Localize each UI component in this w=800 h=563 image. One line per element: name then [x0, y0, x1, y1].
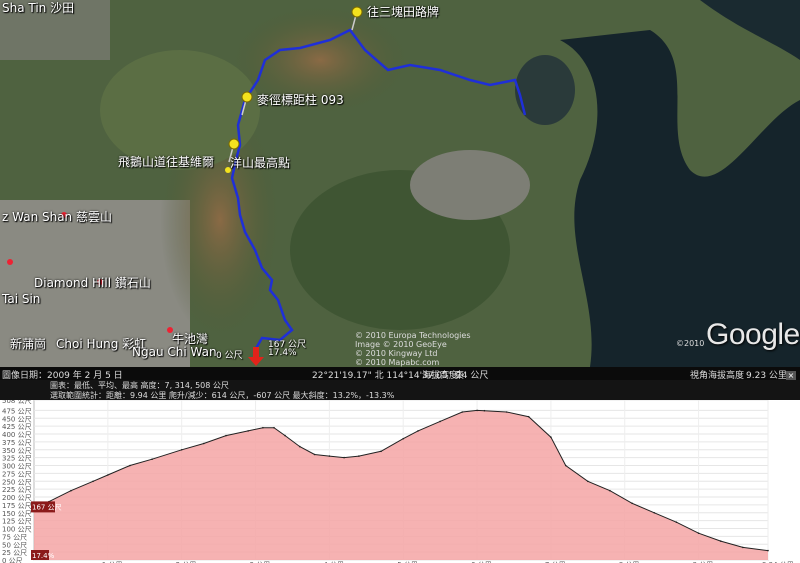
- google-logo: Google: [706, 318, 800, 351]
- grade-marker-label: 17.4%: [32, 552, 55, 560]
- data-point: [417, 430, 419, 432]
- map-label: z Wan Shan 慈雲山: [2, 210, 112, 224]
- data-point: [328, 455, 331, 457]
- data-point: [461, 411, 464, 413]
- data-point: [564, 464, 567, 467]
- elevation-profile[interactable]: 圖表：最低、平均、最高 高度：7, 314, 508 公尺 選取範圍統計：距離：…: [0, 380, 800, 563]
- data-point: [180, 449, 183, 451]
- y-tick-label: 75 公尺: [2, 533, 27, 541]
- pin-label[interactable]: 洋山最高點: [230, 154, 290, 171]
- data-point: [225, 434, 227, 437]
- data-point: [151, 458, 153, 460]
- status-bar: 圖像日期：2009 年 2 月 5 日 22°21'19.17" 北 114°1…: [0, 367, 800, 381]
- y-tick-label: 425 公尺: [2, 423, 32, 431]
- data-point: [767, 549, 769, 552]
- data-point: [719, 540, 722, 542]
- pin-label[interactable]: 往三塊田路牌: [367, 3, 439, 20]
- close-button[interactable]: ×: [786, 371, 796, 380]
- y-tick-label: 300 公尺: [2, 463, 32, 471]
- pin-label[interactable]: 飛鵝山道往基維爾: [118, 153, 214, 170]
- y-tick-label: 225 公尺: [2, 486, 32, 494]
- data-point: [483, 409, 486, 412]
- data-point: [247, 430, 249, 432]
- pin-label[interactable]: 麥徑標距柱 093: [257, 91, 344, 108]
- map-imagery: [0, 0, 800, 367]
- data-point: [273, 426, 275, 429]
- grade-label: 17.4%: [268, 348, 297, 358]
- elevation-chart[interactable]: 0 公尺25 公尺50 公尺75 公尺100 公尺125 公尺150 公尺175…: [0, 400, 800, 563]
- data-point: [358, 455, 360, 457]
- y-tick-label: 200 公尺: [2, 494, 32, 502]
- data-point: [262, 426, 264, 429]
- map-label: Ngau Chi Wan: [132, 345, 217, 359]
- distance-label: 0 公尺: [216, 351, 243, 361]
- data-point: [439, 420, 441, 423]
- y-tick-label: 400 公尺: [2, 431, 32, 439]
- y-tick-label: 375 公尺: [2, 439, 32, 447]
- data-point: [609, 489, 611, 492]
- place-marker-icon: [7, 259, 13, 265]
- data-point: [343, 456, 345, 459]
- map-label: Diamond Hill 鑽石山: [34, 276, 151, 290]
- y-tick-label: 250 公尺: [2, 478, 32, 486]
- y-tick-label: 50 公尺: [2, 541, 27, 549]
- data-point: [380, 450, 382, 453]
- y-tick-label: 275 公尺: [2, 470, 32, 478]
- data-point: [653, 512, 656, 514]
- map-label: Sha Tin 沙田: [2, 1, 75, 15]
- data-point: [742, 546, 744, 549]
- data-point: [299, 445, 301, 448]
- data-point: [203, 442, 205, 445]
- data-point: [527, 415, 530, 418]
- y-tick-label: 125 公尺: [2, 518, 32, 526]
- data-point: [587, 480, 589, 483]
- data-point: [402, 437, 405, 440]
- profile-header: 圖表：最低、平均、最高 高度：7, 314, 508 公尺 選取範圍統計：距離：…: [0, 380, 800, 400]
- data-point: [70, 489, 72, 492]
- data-point: [107, 474, 109, 476]
- y-tick-label: 25 公尺: [2, 549, 27, 557]
- data-point: [313, 453, 316, 456]
- y-tick-label: 0 公尺: [2, 557, 23, 563]
- y-tick-label: 450 公尺: [2, 415, 32, 423]
- data-point: [92, 480, 94, 483]
- data-point: [550, 436, 552, 438]
- data-point: [675, 521, 678, 523]
- data-point: [284, 434, 286, 437]
- y-tick-label: 150 公尺: [2, 510, 32, 518]
- data-point: [697, 532, 700, 534]
- data-point: [129, 464, 131, 467]
- y-tick-label: 100 公尺: [2, 526, 32, 534]
- y-tick-label: 475 公尺: [2, 407, 32, 415]
- data-point: [631, 502, 633, 505]
- y-tick-label: 350 公尺: [2, 447, 32, 455]
- y-tick-label: 508 公尺: [2, 400, 32, 405]
- copyright-label: ©2010: [676, 339, 705, 348]
- elevation-marker-label: 167 公尺: [32, 503, 62, 511]
- y-tick-label: 325 公尺: [2, 455, 32, 463]
- data-point: [505, 411, 508, 413]
- attribution: © 2010 Europa Technologies Image © 2010 …: [355, 331, 471, 367]
- satellite-map[interactable]: Sha Tin 沙田 z Wan Shan 慈雲山 Diamond Hill 鑽…: [0, 0, 800, 367]
- map-label: Tai Sin: [2, 292, 41, 306]
- y-tick-label: 175 公尺: [2, 502, 32, 510]
- data-point: [476, 409, 478, 412]
- map-label: 新蒲崗: [10, 337, 47, 351]
